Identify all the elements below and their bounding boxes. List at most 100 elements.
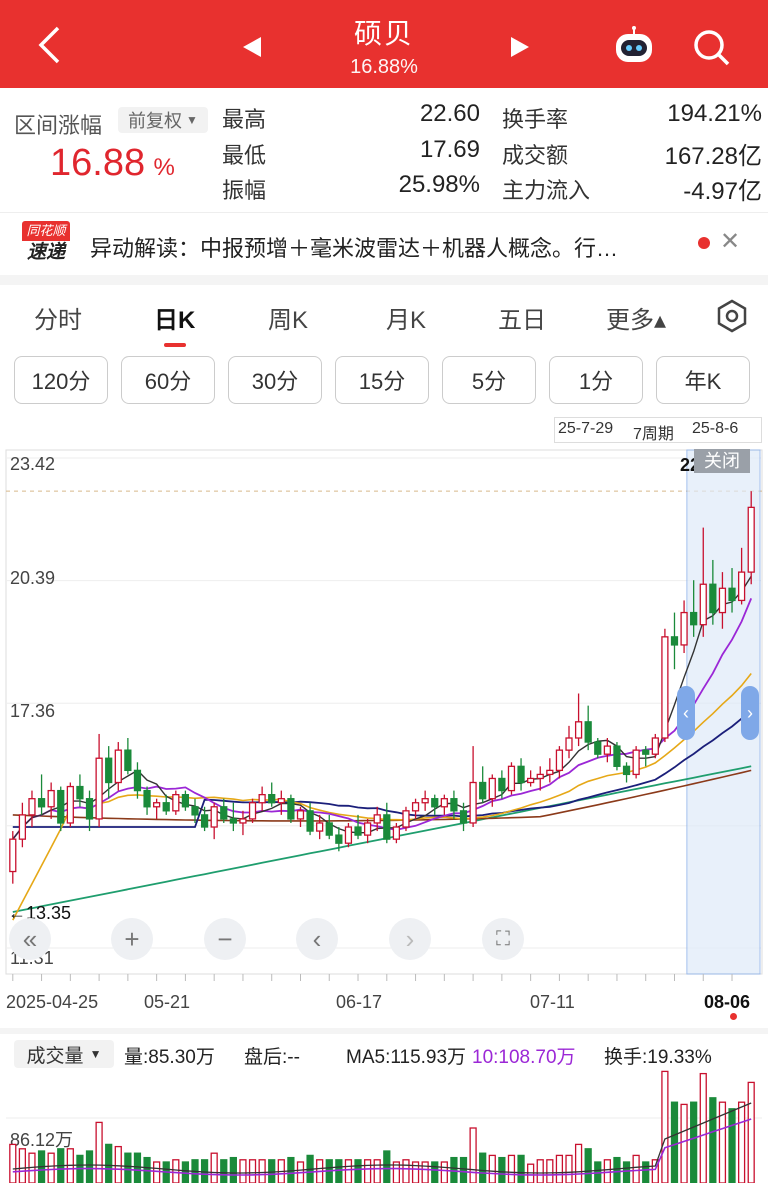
search-icon [694, 30, 730, 66]
robot-assistant-button[interactable] [610, 24, 658, 68]
date-label-0711: 07-11 [530, 992, 575, 1012]
volume-bar [670, 1101, 679, 1183]
tab-intraday[interactable]: 分时 [34, 300, 82, 335]
period-30min[interactable]: 30分 [228, 356, 322, 404]
tab-five-day[interactable]: 五日 [498, 300, 546, 335]
volume-bar [690, 1101, 698, 1183]
chevron-right-icon: › [405, 923, 415, 954]
period-year-k[interactable]: 年K [656, 356, 750, 404]
range-handle-left[interactable]: ‹ [677, 686, 695, 740]
zoom-out-button[interactable]: − [204, 918, 246, 960]
candle-body [383, 814, 391, 840]
search-button[interactable] [688, 24, 734, 70]
news-badge-top: 同花顺 [22, 221, 70, 241]
candle-body [363, 822, 372, 836]
candle-body [344, 826, 353, 844]
chart-settings-button[interactable] [714, 298, 750, 334]
amplitude-label: 振幅 [222, 178, 267, 203]
period-1min[interactable]: 1分 [549, 356, 643, 404]
range-handle-right[interactable]: › [741, 686, 759, 740]
candle-body [9, 838, 17, 873]
volume-bar [133, 1152, 142, 1183]
date-label-start: 2025-04-25 [6, 992, 99, 1012]
candle-body [469, 781, 477, 824]
tab-more[interactable]: 更多▴ [606, 300, 666, 335]
news-badge-bottom: 速递 [26, 242, 65, 263]
volume-bar [440, 1161, 448, 1183]
period-15min[interactable]: 15分 [335, 356, 429, 404]
candle-body [546, 769, 554, 776]
news-badge-logo: 同花顺 速递 [22, 221, 70, 267]
range-period-count: 7周期 [633, 426, 674, 443]
candle-body [95, 757, 103, 820]
next-stock-button[interactable] [500, 30, 540, 64]
candle-body [18, 814, 27, 840]
plus-icon: + [124, 923, 140, 954]
zoom-in-button[interactable]: + [111, 918, 153, 960]
amplitude-value: 25.98% [398, 171, 480, 198]
range-value-number: 16.88 [50, 142, 146, 184]
candle-body [555, 749, 564, 772]
candlestick-chart[interactable] [0, 448, 768, 988]
scroll-right-button[interactable]: › [389, 918, 431, 960]
volume-bar [536, 1159, 544, 1183]
period-60min[interactable]: 60分 [121, 356, 215, 404]
volume-indicator-dropdown[interactable]: 成交量 ▼ [14, 1040, 114, 1068]
fast-back-button[interactable]: « [9, 918, 51, 960]
close-range-button[interactable]: 关闭 [694, 449, 750, 473]
volume-bar [546, 1159, 554, 1183]
candle-body [459, 810, 468, 824]
ma30-line [12, 707, 752, 828]
candle-body [76, 785, 84, 800]
adjust-dropdown[interactable]: 前复权 ▼ [118, 107, 208, 133]
volume-bar [680, 1103, 688, 1183]
period-120min[interactable]: 120分 [14, 356, 108, 404]
ma5-line [12, 575, 752, 840]
candle-body [661, 636, 669, 739]
volume-bar [488, 1154, 496, 1183]
news-row[interactable]: 同花顺 速递 异动解读：中报预增＋毫米波雷达＋机器人概念。行… ✕ [0, 213, 768, 275]
high-value: 22.60 [419, 100, 480, 127]
candle-body [392, 826, 401, 840]
candle-body [728, 587, 736, 602]
volume-bar [153, 1161, 161, 1183]
top-bar: 硕贝 16.88% [0, 0, 768, 88]
volume-bar [574, 1143, 583, 1183]
volume-bar [584, 1148, 592, 1183]
volume-bar [622, 1161, 631, 1183]
candle-body [306, 810, 314, 832]
date-label-end: 08-06 [704, 992, 751, 1012]
volume-ma10: 10:108.70万 [472, 1047, 576, 1068]
main-inflow-value: -4.97亿 [683, 178, 762, 205]
volume-bar [555, 1154, 564, 1183]
volume-bar [402, 1159, 410, 1183]
close-news-button[interactable]: ✕ [720, 227, 746, 257]
section-divider [0, 1028, 768, 1034]
caret-down-icon: ▼ [89, 1047, 102, 1061]
candle-body [210, 806, 218, 828]
volume-bar [517, 1154, 525, 1183]
volume-bar [239, 1159, 247, 1183]
trade-amount-value: 167.28亿 [664, 143, 762, 170]
turnover-label: 换手率 [502, 107, 569, 132]
range-value-unit: % [153, 154, 175, 181]
active-tab-indicator [164, 343, 186, 347]
candle-body [709, 583, 717, 614]
scroll-left-button[interactable]: ‹ [296, 918, 338, 960]
tab-daily-k[interactable]: 日K [154, 300, 195, 335]
fullscreen-button[interactable]: ⛶ [482, 918, 524, 960]
main-inflow-label: 主力流入 [502, 178, 591, 203]
tab-weekly-k[interactable]: 周K [268, 300, 308, 335]
volume-bar [335, 1159, 343, 1183]
volume-chart [6, 1070, 762, 1183]
candle-body [488, 777, 496, 800]
price-axis-mid2: 17.36 [10, 701, 56, 721]
volume-bar [210, 1152, 218, 1183]
volume-bar [737, 1101, 746, 1183]
range-change-label: 区间涨幅 [14, 113, 103, 138]
period-5min[interactable]: 5分 [442, 356, 536, 404]
volume-bar [421, 1161, 429, 1183]
tab-monthly-k[interactable]: 月K [386, 300, 426, 335]
candle-body [239, 818, 247, 824]
candle-body [642, 749, 650, 755]
